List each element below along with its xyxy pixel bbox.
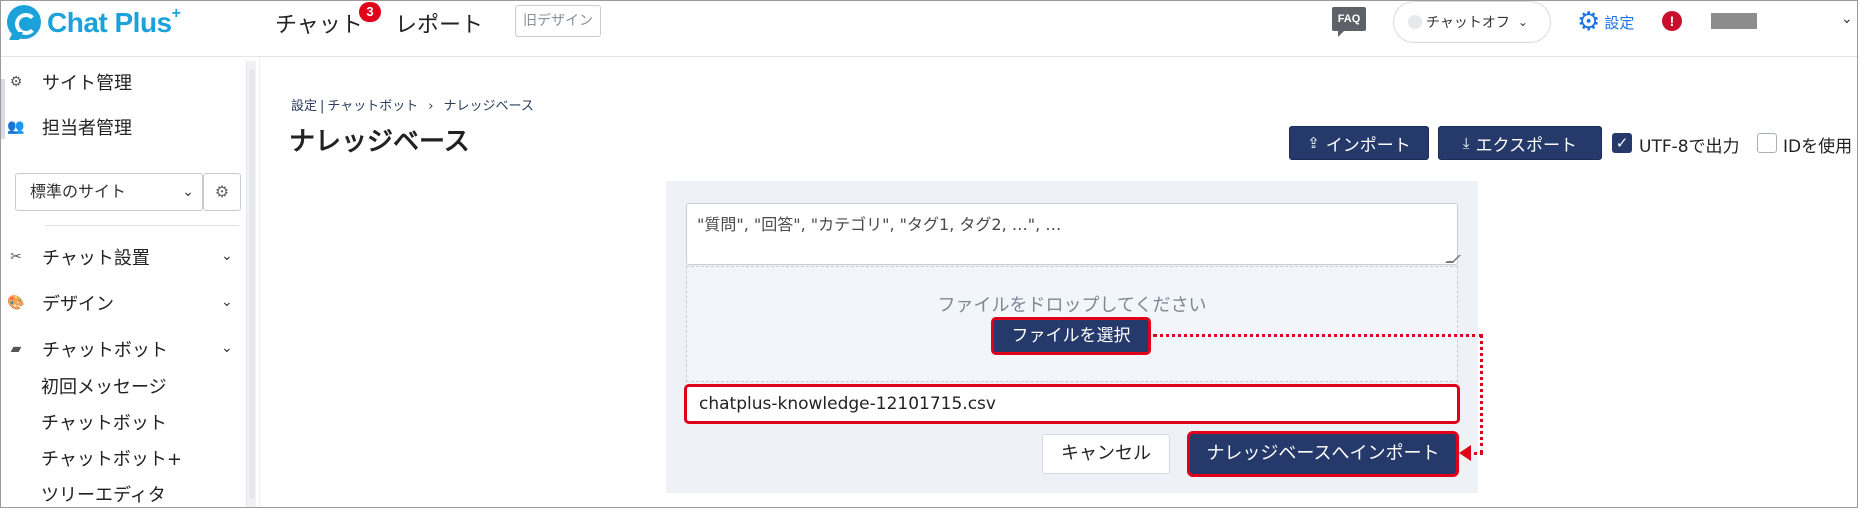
user-menu-chevron-icon[interactable]: ⌄ [1841,11,1853,27]
upload-icon: ⇪ [1307,134,1320,152]
annotation-arrow-head-icon [1459,445,1471,461]
breadcrumb-separator: › [428,99,434,114]
site-select[interactable]: 標準のサイト ⌄ [15,173,203,211]
breadcrumb-settings[interactable]: 設定 [291,99,317,114]
sidebar-divider [45,225,239,226]
utf8-checkbox[interactable]: ✓ [1612,133,1632,153]
breadcrumb-knowledge-base: ナレッジベース [443,99,534,114]
cancel-button[interactable]: キャンセル [1042,434,1170,474]
annotation-arrow-line [1153,334,1483,337]
faq-icon[interactable]: FAQ [1332,7,1366,37]
sidebar-item-label: 担当者管理 [42,118,132,139]
app-frame: Chat Plus+ チャット 3 レポート 旧デザイン FAQ チャットオフ … [0,0,1858,508]
logo-text: Chat Plus+ [47,5,181,38]
download-icon: ⤓ [1462,134,1470,152]
use-id-checkbox[interactable] [1757,133,1777,153]
export-button[interactable]: ⤓ エクスポート [1438,126,1602,160]
sidebar-item-staff-management[interactable]: 👥 担当者管理 [1,114,132,140]
import-button-label: インポート [1325,135,1411,156]
chat-status-label: チャットオフ [1426,15,1510,31]
sidebar-item-label: サイト管理 [42,73,132,94]
sidebar-subitem-chatbot[interactable]: チャットボット [41,409,167,435]
sidebar-section-label: デザイン [42,294,114,315]
chevron-down-icon: ⌄ [1517,15,1528,29]
top-header: Chat Plus+ チャット 3 レポート 旧デザイン FAQ チャットオフ … [1,1,1857,57]
dropzone-text: ファイルをドロップしてください [937,295,1207,316]
sidebar-section-chatbot[interactable]: ▰ チャットボット [1,336,168,362]
sidebar-subitem-tree-editor[interactable]: ツリーエディタ [41,481,166,507]
chatplus-logo[interactable]: Chat Plus+ [7,5,181,39]
gear-icon: ⚙ [1577,7,1601,37]
sidebar-section-label: チャット設置 [42,248,150,269]
nav-report[interactable]: レポート [395,7,483,39]
page-title: ナレッジベース [289,127,470,157]
chevron-down-icon[interactable]: ⌄ [221,340,233,356]
sidebar-section-label: チャットボット [42,340,168,361]
import-button[interactable]: ⇪ インポート [1289,126,1429,160]
selected-file-name: chatplus-knowledge-12101715.csv [684,384,1460,424]
nav-chat[interactable]: チャット [275,7,363,39]
palette-icon: 🎨 [7,295,25,311]
users-icon: 👥 [7,119,25,135]
user-avatar-redacted[interactable] [1711,13,1757,29]
tools-icon: ✂ [10,249,22,265]
chat-count-badge: 3 [359,2,381,22]
sidebar-item-site-management[interactable]: ⚙ サイト管理 [1,69,132,95]
settings-label: 設定 [1604,13,1635,32]
csv-input[interactable]: "質問", "回答", "カテゴリ", "タグ1, タグ2, …", … [686,203,1458,265]
settings-link[interactable]: ⚙ 設定 [1577,9,1634,35]
chevron-down-icon: ⌄ [182,184,194,200]
sidebar-scrollbar[interactable] [246,61,256,507]
use-id-checkbox-label: IDを使用 [1783,137,1853,157]
sidebar-subitem-chatbot-plus[interactable]: チャットボット+ [41,445,182,471]
sidebar-section-chat-install[interactable]: ✂ チャット設置 [1,244,150,270]
chat-bubble-icon: ▰ [10,341,22,357]
chat-status-dropdown[interactable]: チャットオフ ⌄ [1393,1,1551,43]
chevron-down-icon[interactable]: ⌄ [221,294,233,310]
export-button-label: エクスポート [1475,135,1578,156]
annotation-arrow-line [1480,334,1483,454]
status-dot-icon [1408,15,1422,29]
site-settings-gear-icon[interactable]: ⚙ [203,173,241,211]
breadcrumb: 設定 | チャットボット › ナレッジベース [291,95,534,114]
old-design-button[interactable]: 旧デザイン [515,5,601,37]
sidebar-subitem-first-message[interactable]: 初回メッセージ [41,373,167,399]
breadcrumb-bar-separator: | [320,99,325,114]
sidebar-section-design[interactable]: 🎨 デザイン [1,290,114,316]
utf8-checkbox-label: UTF-8で出力 [1639,137,1740,157]
chatplus-logo-icon [7,5,41,39]
alert-icon[interactable]: ! [1662,11,1682,31]
breadcrumb-chatbot[interactable]: チャットボット [327,99,418,114]
sidebar-scroll-thumb[interactable] [249,69,255,499]
site-select-value: 標準のサイト [30,182,127,201]
select-file-button[interactable]: ファイルを選択 [991,317,1151,355]
gear-icon: ⚙ [9,74,23,90]
import-to-knowledge-base-button[interactable]: ナレッジベースへインポート [1187,431,1459,477]
chevron-down-icon[interactable]: ⌄ [221,248,233,264]
